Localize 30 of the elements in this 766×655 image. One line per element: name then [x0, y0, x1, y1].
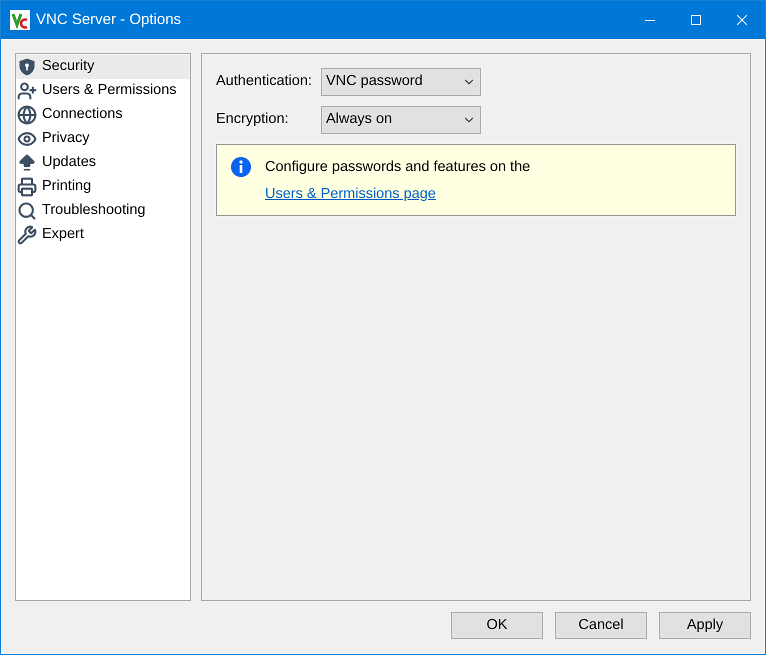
- field-label: Authentication:: [216, 72, 313, 92]
- permissions-link[interactable]: Users & Permissions page: [265, 184, 436, 206]
- sidebar-item[interactable]: Connections: [16, 103, 190, 127]
- app-logo-icon: [10, 10, 30, 30]
- globe-icon: [17, 105, 37, 125]
- dropdown[interactable]: VNC password: [321, 68, 481, 96]
- sidebar-item[interactable]: Privacy: [16, 127, 190, 151]
- sidebar-item[interactable]: Expert: [16, 223, 190, 247]
- sidebar-item[interactable]: Security: [16, 55, 190, 79]
- sidebar-item[interactable]: Printing: [16, 175, 190, 199]
- shield-icon: [17, 57, 37, 77]
- sidebar-item[interactable]: Users & Permissions: [16, 79, 190, 103]
- printer-icon: [17, 177, 37, 197]
- info-text: Configure passwords and features on the: [265, 158, 530, 177]
- dropdown[interactable]: Always on: [321, 106, 481, 134]
- wrench-icon: [17, 225, 37, 245]
- dialog-button[interactable]: OK: [451, 612, 543, 639]
- user-plus-icon: [17, 81, 37, 101]
- window-title: VNC Server - Options: [36, 10, 182, 30]
- eye-icon: [17, 129, 37, 149]
- maximize-icon: [691, 15, 701, 25]
- close-icon: [737, 15, 747, 25]
- field-label: Encryption:: [216, 110, 290, 130]
- dialog-button[interactable]: Apply: [659, 612, 751, 639]
- up-arrow-icon: [17, 153, 37, 173]
- dialog-button[interactable]: Cancel: [555, 612, 647, 639]
- info-icon: [231, 157, 251, 177]
- sidebar-item[interactable]: Troubleshooting: [16, 199, 190, 223]
- magnifier-icon: [17, 201, 37, 221]
- sidebar-item[interactable]: Updates: [16, 151, 190, 175]
